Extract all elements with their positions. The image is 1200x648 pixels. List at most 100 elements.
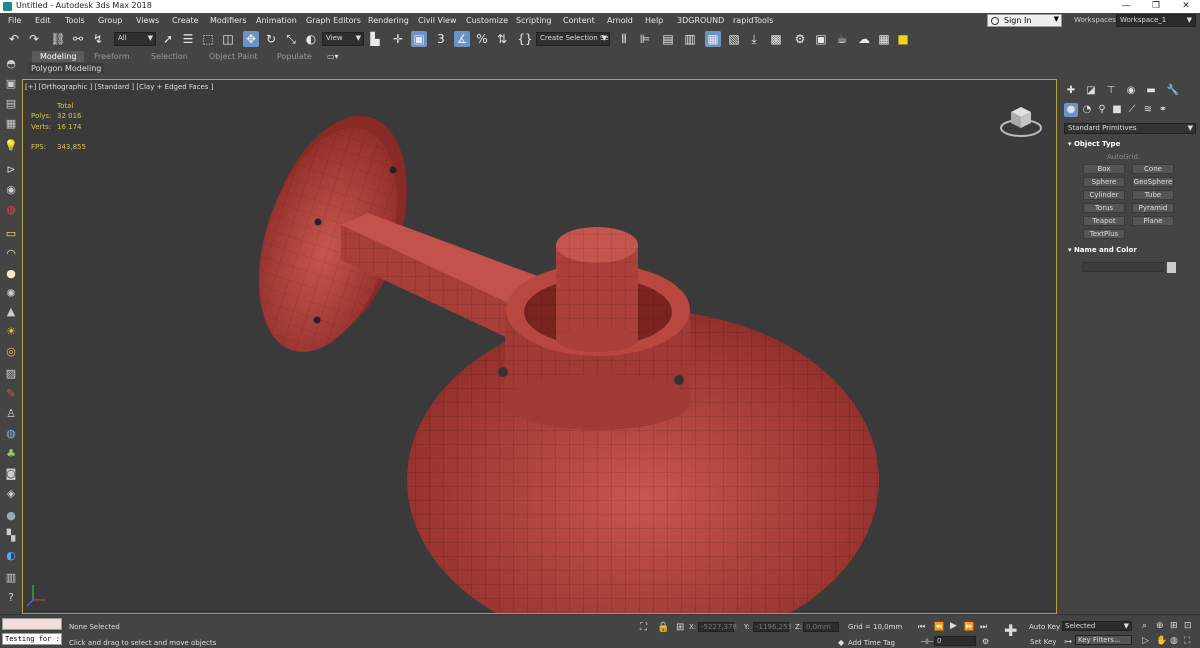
- select-and-place-icon[interactable]: ◐: [303, 31, 319, 47]
- material-editor-icon[interactable]: ▩: [768, 31, 784, 47]
- menu-graph-editors[interactable]: Graph Editors: [306, 16, 361, 25]
- maxscript-listener[interactable]: Testing for :: [2, 633, 62, 645]
- zoom-extents-all-icon[interactable]: ⊡: [1184, 621, 1192, 631]
- sun-icon[interactable]: ☀: [4, 325, 18, 339]
- display-icon[interactable]: ◐: [4, 549, 18, 563]
- menu-edit[interactable]: Edit: [35, 16, 51, 25]
- sign-in-button[interactable]: Sign In ▼: [987, 14, 1062, 27]
- field-of-view-icon[interactable]: ▷: [1142, 636, 1149, 646]
- display-tab-icon[interactable]: ▬: [1144, 84, 1158, 98]
- plane-button[interactable]: Plane: [1132, 216, 1174, 226]
- menu-rendering[interactable]: Rendering: [368, 16, 409, 25]
- menu-customize[interactable]: Customize: [466, 16, 508, 25]
- shapes-icon[interactable]: ▭: [4, 227, 18, 241]
- create-tab-icon[interactable]: ✚: [1064, 84, 1078, 98]
- layer-icon[interactable]: ▤: [4, 97, 18, 111]
- menu-3dground[interactable]: 3DGROUND: [677, 16, 724, 25]
- mirror-icon[interactable]: ⫴: [616, 31, 632, 47]
- tab-modeling[interactable]: Modeling: [32, 51, 85, 62]
- cap-cylinder-mesh[interactable]: [556, 227, 638, 352]
- x-coordinate-field[interactable]: -5227,378: [698, 622, 737, 632]
- z-coordinate-field[interactable]: 0,0mm: [803, 622, 839, 632]
- set-keys-icon[interactable]: ✚: [1004, 621, 1017, 640]
- systems-icon[interactable]: ✺: [4, 287, 18, 301]
- select-and-move-icon[interactable]: ✥: [243, 31, 259, 47]
- window-crossing-icon[interactable]: ◫: [220, 31, 236, 47]
- cylinder-button[interactable]: Cylinder: [1083, 190, 1125, 200]
- menu-tools[interactable]: Tools: [65, 16, 85, 25]
- lock-icon[interactable]: 🔒: [657, 622, 669, 633]
- torus-button[interactable]: Torus: [1083, 203, 1125, 213]
- spacewarps-category-icon[interactable]: ≋: [1141, 103, 1155, 117]
- scene-explorer-icon[interactable]: ▤: [660, 31, 676, 47]
- spinner-snap-icon[interactable]: ⇅: [494, 31, 510, 47]
- orbit-icon[interactable]: ◍: [1170, 636, 1178, 646]
- menu-arnold[interactable]: Arnold: [607, 16, 633, 25]
- time-config-icon[interactable]: ⚙: [982, 637, 989, 646]
- menu-civil-view[interactable]: Civil View: [418, 16, 457, 25]
- tube-button[interactable]: Tube: [1132, 190, 1174, 200]
- tab-freeform[interactable]: Freeform: [94, 52, 130, 61]
- link-icon[interactable]: ⛓: [50, 31, 66, 47]
- pan-icon[interactable]: ✋: [1156, 636, 1167, 646]
- scene-explorer-icon[interactable]: ▣: [4, 77, 18, 91]
- torus-icon[interactable]: ◎: [4, 345, 18, 359]
- help-icon[interactable]: ?: [4, 591, 18, 605]
- geometry-icon[interactable]: ◠: [4, 247, 18, 261]
- percent-snap-icon[interactable]: %: [474, 31, 490, 47]
- shapes-category-icon[interactable]: ◔: [1080, 103, 1094, 117]
- unlink-icon[interactable]: ⚯: [70, 31, 86, 47]
- render-icon[interactable]: ▚: [4, 529, 18, 543]
- workspace-dropdown[interactable]: Workspace_1 ▼: [1116, 14, 1196, 27]
- layer-explorer-icon[interactable]: ▥: [682, 31, 698, 47]
- helpers-category-icon[interactable]: ⟋: [1125, 103, 1139, 117]
- menu-modifiers[interactable]: Modifiers: [210, 16, 247, 25]
- menu-create[interactable]: Create: [172, 16, 199, 25]
- utilities-tab-icon[interactable]: 🔧: [1166, 84, 1180, 98]
- named-selection-dropdown[interactable]: Create Selection Se ▼: [536, 32, 610, 46]
- select-object-icon[interactable]: ➚: [160, 31, 176, 47]
- play-icon[interactable]: ▶: [950, 621, 957, 631]
- maxscript-listener-pink[interactable]: [2, 618, 62, 630]
- selection-filter-dropdown[interactable]: All ▼: [114, 32, 156, 46]
- select-and-scale-icon[interactable]: ⤡: [283, 31, 299, 47]
- modify-tab-icon[interactable]: ◪: [1084, 84, 1098, 98]
- isolate-icon[interactable]: ⛶: [640, 622, 647, 633]
- keyboard-shortcut-override-icon[interactable]: ▣: [411, 31, 427, 47]
- object-type-rollout[interactable]: ▾ Object Type: [1068, 140, 1200, 148]
- menu-views[interactable]: Views: [136, 16, 159, 25]
- menu-content[interactable]: Content: [563, 16, 595, 25]
- menu-help[interactable]: Help: [645, 16, 663, 25]
- select-and-rotate-icon[interactable]: ↻: [263, 31, 279, 47]
- name-and-color-rollout[interactable]: ▾ Name and Color: [1068, 246, 1200, 254]
- tab-selection[interactable]: Selection: [151, 52, 188, 61]
- teapot-button[interactable]: Teapot: [1083, 216, 1125, 226]
- key-filters-button[interactable]: Key Filters...: [1075, 635, 1132, 645]
- view-cube[interactable]: [999, 100, 1043, 138]
- ribbon-polygon-modeling[interactable]: Polygon Modeling: [28, 63, 105, 74]
- add-time-tag-button[interactable]: Add Time Tag: [848, 639, 895, 647]
- snaps-toggle-icon[interactable]: 3: [433, 31, 449, 47]
- layer-manager-icon[interactable]: ▦: [4, 117, 18, 131]
- absolute-mode-icon[interactable]: ⊞: [676, 622, 684, 633]
- camera-icon[interactable]: ⊳: [4, 163, 18, 177]
- edit-named-selection-icon[interactable]: {}: [517, 31, 533, 47]
- hierarchy-tab-icon[interactable]: ⊤: [1104, 84, 1118, 98]
- object-name-field[interactable]: [1082, 262, 1164, 272]
- close-button[interactable]: ✕: [1174, 0, 1198, 13]
- menu-file[interactable]: File: [8, 16, 21, 25]
- pivot-center-icon[interactable]: ▙: [367, 31, 383, 47]
- go-to-end-icon[interactable]: ⏭: [980, 622, 987, 632]
- figure-icon[interactable]: ♙: [4, 407, 18, 421]
- category-dropdown[interactable]: Standard Primitives ▼: [1064, 123, 1196, 134]
- current-frame-field[interactable]: 0: [934, 636, 976, 646]
- cone-button[interactable]: Cone: [1132, 164, 1174, 174]
- camera-tool-icon[interactable]: ◙: [4, 467, 18, 481]
- key-mode-dropdown[interactable]: Selected ▼: [1062, 621, 1132, 631]
- geometry-category-icon[interactable]: ●: [1064, 103, 1078, 117]
- maximize-button[interactable]: ❐: [1144, 0, 1168, 13]
- ribbon-options-icon[interactable]: ▭▾: [327, 52, 339, 61]
- zoom-all-icon[interactable]: ⊕: [1156, 621, 1164, 631]
- tab-populate[interactable]: Populate: [277, 52, 312, 61]
- motion-tab-icon[interactable]: ◉: [1124, 84, 1138, 98]
